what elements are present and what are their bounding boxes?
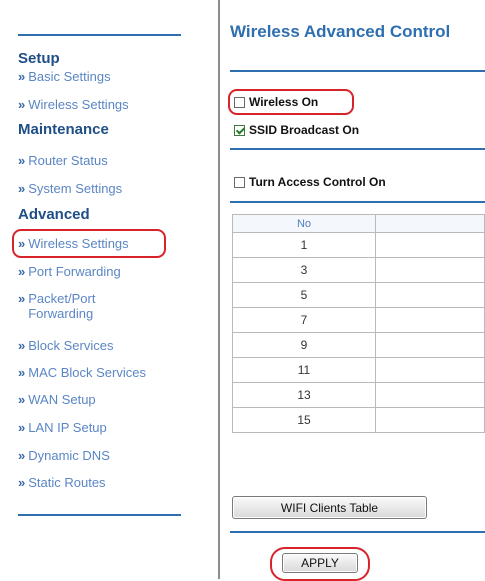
row-value <box>375 282 485 308</box>
apply-button[interactable]: APPLY <box>282 553 358 573</box>
sidebar-item-wireless-settings-setup[interactable]: » Wireless Settings <box>18 97 129 112</box>
row-number: 5 <box>232 282 376 308</box>
sidebar-item-router-status[interactable]: » Router Status <box>18 153 108 168</box>
row-number: 15 <box>232 407 376 433</box>
section-divider-3 <box>230 531 485 533</box>
sidebar-item-system-settings[interactable]: » System Settings <box>18 181 122 196</box>
chevron-icon: » <box>18 475 26 490</box>
chevron-icon: » <box>18 181 26 196</box>
sidebar-item-basic-settings[interactable]: » Basic Settings <box>18 69 111 84</box>
checkbox-unchecked-icon <box>234 176 245 188</box>
table-row: 11 <box>232 357 485 383</box>
sidebar-item-static-routes[interactable]: » Static Routes <box>18 475 106 490</box>
chevron-icon: » <box>18 264 26 279</box>
sidebar-item-wan-setup[interactable]: » WAN Setup <box>18 392 96 407</box>
vertical-divider <box>218 0 220 579</box>
row-number: 9 <box>232 332 376 358</box>
section-divider-1 <box>230 148 485 150</box>
row-value <box>375 357 485 383</box>
chevron-icon: » <box>18 153 26 168</box>
table-row: 13 <box>232 382 485 408</box>
wifi-clients-table-button[interactable]: WIFI Clients Table <box>232 496 427 519</box>
chevron-icon: » <box>18 338 26 353</box>
table-row: 9 <box>232 332 485 358</box>
chevron-icon: » <box>18 392 26 407</box>
column-header-no: No <box>232 214 376 233</box>
access-control-checkbox[interactable]: Turn Access Control On <box>234 175 386 189</box>
row-value <box>375 382 485 408</box>
row-number: 13 <box>232 382 376 408</box>
sidebar-item-port-forwarding[interactable]: » Port Forwarding <box>18 264 121 279</box>
chevron-icon: » <box>18 97 26 112</box>
section-setup: Setup <box>18 50 60 67</box>
row-value <box>375 332 485 358</box>
sidebar-item-packet-port-forwarding[interactable]: » Packet/Port Forwarding <box>18 291 95 321</box>
table-row: 5 <box>232 282 485 308</box>
section-advanced: Advanced <box>18 206 90 223</box>
title-divider <box>230 70 485 72</box>
chevron-icon: » <box>18 448 26 463</box>
sidebar-item-dynamic-dns[interactable]: » Dynamic DNS <box>18 448 110 463</box>
chevron-icon: » <box>18 291 26 306</box>
sidebar-item-block-services[interactable]: » Block Services <box>18 338 113 353</box>
section-divider-2 <box>230 201 485 203</box>
sidebar-item-mac-block-services[interactable]: » MAC Block Services <box>18 365 146 380</box>
row-number: 7 <box>232 307 376 333</box>
table-row: 15 <box>232 407 485 433</box>
row-value <box>375 232 485 258</box>
table-row: 1 <box>232 232 485 258</box>
sidebar-bottom-divider <box>18 514 181 516</box>
chevron-icon: » <box>18 365 26 380</box>
sidebar-item-lan-ip-setup[interactable]: » LAN IP Setup <box>18 420 107 435</box>
row-number: 11 <box>232 357 376 383</box>
ssid-broadcast-checkbox[interactable]: SSID Broadcast On <box>234 123 359 137</box>
table-header-row: No <box>232 214 485 233</box>
row-value <box>375 307 485 333</box>
row-value <box>375 407 485 433</box>
sidebar-item-wireless-settings-advanced[interactable]: » Wireless Settings <box>18 236 129 251</box>
section-maintenance: Maintenance <box>18 121 109 138</box>
checkbox-unchecked-icon <box>234 96 245 108</box>
row-value <box>375 257 485 283</box>
sidebar-nav: Setup » Basic Settings » Wireless Settings… <box>0 0 215 579</box>
page-title: Wireless Advanced Control <box>230 22 451 41</box>
access-control-table: No 1 3 5 7 9 11 13 15 <box>232 214 485 433</box>
column-header-blank <box>375 214 485 233</box>
wireless-on-checkbox[interactable]: Wireless On <box>234 95 318 109</box>
table-row: 3 <box>232 257 485 283</box>
chevron-icon: » <box>18 236 26 251</box>
checkbox-checked-icon <box>234 124 245 136</box>
sidebar-top-divider <box>18 34 181 36</box>
row-number: 1 <box>232 232 376 258</box>
main-panel: Wireless Advanced Control Wireless On SS… <box>222 0 485 581</box>
table-row: 7 <box>232 307 485 333</box>
chevron-icon: » <box>18 69 26 84</box>
chevron-icon: » <box>18 420 26 435</box>
row-number: 3 <box>232 257 376 283</box>
